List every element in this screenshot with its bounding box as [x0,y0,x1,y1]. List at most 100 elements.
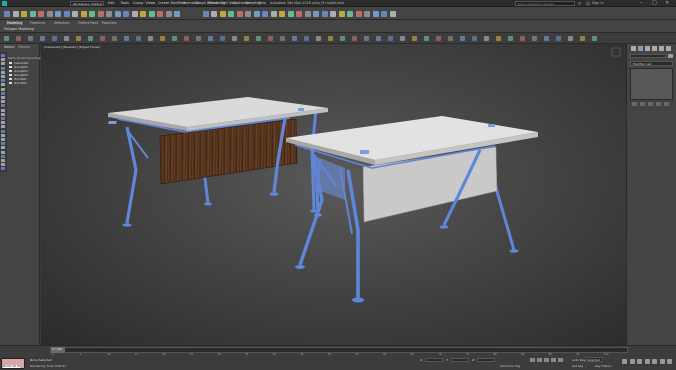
tool-icon[interactable] [232,35,237,41]
ribbon-tab-populate[interactable]: Populate [102,21,117,25]
toolbar-button[interactable] [304,10,311,17]
tool-icon[interactable] [460,35,465,41]
go-to-start-icon[interactable] [530,358,535,362]
toolbar-button[interactable] [80,10,87,17]
tool-icon[interactable] [568,35,573,41]
display-tab-icon[interactable] [659,46,664,51]
toolbar-button[interactable] [174,10,180,17]
tool-icon[interactable] [472,35,477,41]
ribbon-tab-modeling[interactable]: Modeling [6,21,24,25]
explorer-filter-icon[interactable] [1,91,5,95]
auto-key-button[interactable]: Auto Key [572,358,585,362]
toolbar-button[interactable] [123,10,129,17]
tool-icon[interactable] [520,35,525,41]
tool-icon[interactable] [112,35,117,41]
eye-icon[interactable] [9,73,12,76]
tool-icon[interactable] [400,35,405,41]
create-tab-icon[interactable] [631,46,636,51]
modify-tab-icon[interactable] [638,46,643,51]
toolbar-button[interactable] [364,10,370,17]
zoom-extents-icon[interactable] [637,359,642,364]
toolbar-button[interactable] [21,10,27,17]
toolbar-button[interactable] [114,10,121,17]
stack-button[interactable] [648,102,653,106]
tool-icon[interactable] [436,35,441,41]
tool-icon[interactable] [148,35,153,41]
tool-icon[interactable] [196,35,201,41]
modifier-stack[interactable] [630,68,673,100]
explorer-filter-icon[interactable] [1,66,5,70]
explorer-filter-icon[interactable] [1,112,5,116]
tool-icon[interactable] [340,35,345,41]
explorer-filter-icon[interactable] [1,159,5,162]
explorer-filter-icon[interactable] [1,104,5,108]
tool-icon[interactable] [160,35,165,41]
ribbon-tab-freeform[interactable]: Freeform [30,21,45,25]
tool-icon[interactable] [4,35,9,41]
toolbar-button[interactable] [321,10,328,17]
tool-icon[interactable] [64,35,69,41]
tool-icon[interactable] [28,35,33,41]
tool-icon[interactable] [496,35,501,41]
tool-icon[interactable] [508,35,513,41]
close-icon[interactable]: × [665,0,669,6]
tool-icon[interactable] [412,35,417,41]
z-coord-field[interactable] [477,358,495,362]
explorer-filter-icon[interactable] [1,125,5,129]
menu-item-views[interactable]: Views [146,1,156,5]
maxscript-listener[interactable]: MAXScript Mi [1,358,25,369]
selected-dropdown[interactable]: Selected [585,357,603,362]
explorer-filter-icon[interactable] [1,163,5,167]
name-field[interactable] [630,54,666,58]
toolbar-button[interactable] [12,10,19,17]
tool-icon[interactable] [40,35,45,41]
tool-icon[interactable] [304,35,309,41]
tool-icon[interactable] [256,35,261,41]
play-icon[interactable] [544,358,549,362]
tool-icon[interactable] [88,35,93,41]
toolbar-button[interactable] [253,10,260,17]
explorer-filter-icon[interactable] [1,79,5,83]
tool-icon[interactable] [220,35,225,41]
workspace-selector[interactable]: Workspace: Default [70,1,104,6]
toolbar-button[interactable] [270,10,277,17]
pan-icon[interactable] [652,359,657,364]
minimize-icon[interactable]: – [640,0,643,6]
scene-item[interactable]: Omni002 [9,81,39,85]
explorer-filter-icon[interactable] [1,70,5,74]
tool-icon[interactable] [424,35,429,41]
toolbar-button[interactable] [355,10,362,17]
go-to-end-icon[interactable] [558,358,563,362]
toolbar-button[interactable] [97,10,104,17]
stack-button[interactable] [640,102,645,106]
explorer-filter-icon[interactable] [1,129,5,133]
tool-icon[interactable] [124,35,129,41]
desk-left[interactable] [107,97,328,227]
explorer-filter-icon[interactable] [1,96,5,99]
menu-item-group[interactable]: Group [133,1,143,5]
viewport[interactable]: [Camera01] [Realistic] [Edged Faces] [41,44,626,345]
explorer-filter-icon[interactable] [1,62,5,66]
zoom-all-icon[interactable] [629,359,635,364]
toolbar-button[interactable] [72,10,78,17]
ribbon-tab-object-paint[interactable]: Object Paint [78,21,99,25]
tool-icon[interactable] [388,35,393,41]
x-coord-field[interactable] [425,358,443,362]
tool-icon[interactable] [316,35,321,41]
explorer-filter-icon[interactable] [1,117,5,120]
tool-icon[interactable] [184,35,189,41]
explorer-filter-icon[interactable] [1,121,5,125]
viewcube-icon[interactable] [611,47,621,57]
toolbar-button[interactable] [63,10,70,17]
toolbar-button[interactable] [4,10,10,17]
toolbar-button[interactable] [287,10,294,17]
y-coord-field[interactable] [451,358,469,362]
tool-icon[interactable] [532,35,537,41]
eye-icon[interactable] [9,61,12,64]
motion-tab-icon[interactable] [652,46,657,51]
search-icon[interactable]: ⚲ [578,1,581,6]
ribbon-tab-selection[interactable]: Selection [54,21,70,25]
menu-item-edit[interactable]: Edit [108,1,115,5]
add-time-tag[interactable]: Add Time Tag [500,364,520,368]
toolbar-button[interactable] [245,10,251,17]
